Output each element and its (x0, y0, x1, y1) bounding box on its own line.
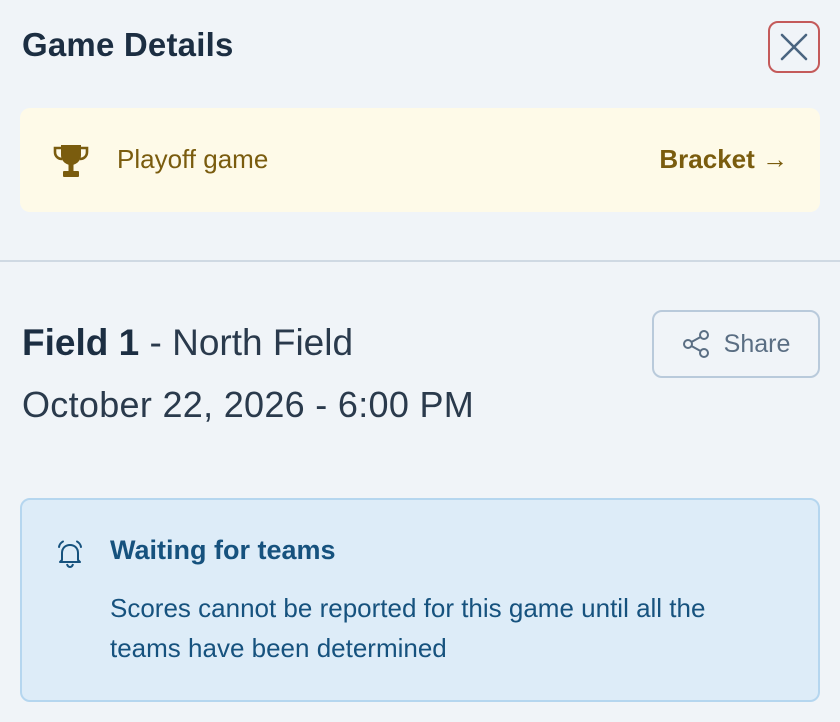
location-name: North Field (172, 322, 354, 363)
notice-title: Waiting for teams (110, 535, 336, 565)
playoff-label: Playoff game (117, 144, 269, 174)
close-button[interactable] (768, 21, 820, 73)
share-icon (682, 330, 709, 358)
panel-header: Game Details (0, 0, 840, 96)
bell-icon (58, 540, 82, 569)
game-datetime: October 22, 2026 - 6:00 PM (22, 384, 475, 425)
game-location: Field 1 - North Field (22, 322, 353, 364)
section-divider (0, 260, 840, 262)
notice-body: Scores cannot be reported for this game … (110, 593, 706, 663)
trophy-icon (53, 145, 89, 177)
field-name: Field 1 (22, 322, 140, 363)
share-label: Share (723, 329, 791, 358)
bracket-link[interactable]: Bracket → (659, 144, 788, 175)
share-button[interactable]: Share (652, 310, 820, 378)
panel-title: Game Details (22, 26, 234, 63)
close-icon (780, 33, 808, 61)
location-separator: - (139, 322, 173, 363)
